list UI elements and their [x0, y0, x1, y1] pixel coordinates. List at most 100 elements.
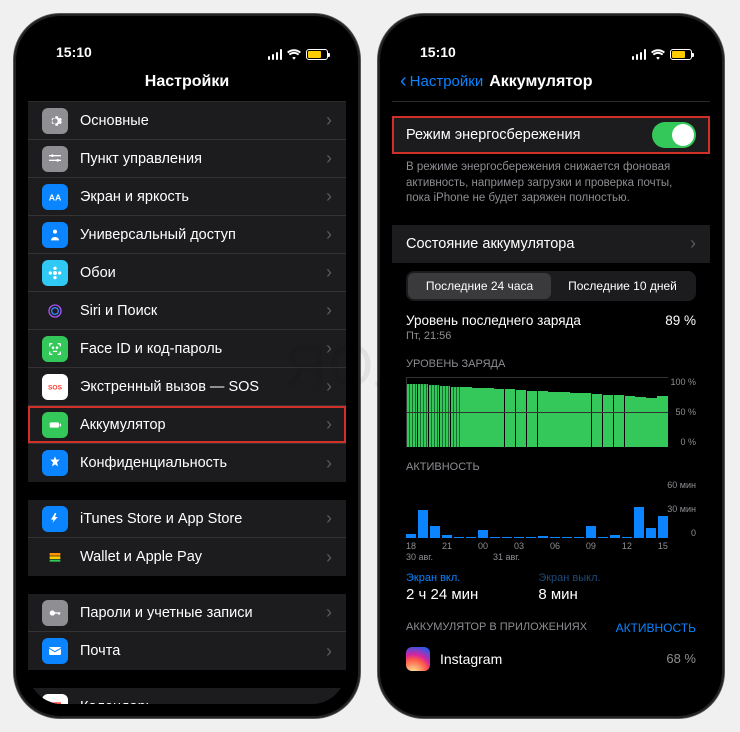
- time-range-segment[interactable]: Последние 24 часа Последние 10 дней: [406, 271, 696, 301]
- svg-text:SOS: SOS: [48, 384, 63, 391]
- chevron-right-icon: ›: [326, 110, 332, 131]
- list-item[interactable]: 31Календарь›: [28, 688, 346, 704]
- battery-icon: [42, 412, 68, 438]
- svg-text:AA: AA: [49, 192, 62, 202]
- list-item[interactable]: Конфиденциальность ›: [28, 444, 346, 482]
- seg-24h[interactable]: Последние 24 часа: [408, 273, 551, 299]
- sliders-icon: [42, 146, 68, 172]
- row-label: Аккумулятор: [80, 417, 314, 433]
- signal-icon: [632, 49, 647, 60]
- last-charge-time: Пт, 21:56: [406, 330, 581, 342]
- row-label: Face ID и код-пароль: [80, 341, 314, 357]
- flower-icon: [42, 260, 68, 286]
- chevron-right-icon: ›: [326, 376, 332, 397]
- chevron-right-icon: ›: [326, 338, 332, 359]
- screen-left: 15:10 Настройки Основные›Пункт управлени…: [28, 28, 346, 704]
- seg-10d[interactable]: Последние 10 дней: [551, 273, 694, 299]
- sos-icon: SOS: [42, 374, 68, 400]
- row-label: Siri и Поиск: [80, 303, 314, 319]
- list-item[interactable]: Пароли и учетные записи ›: [28, 594, 346, 632]
- screen-off-value: 8 мин: [538, 586, 600, 603]
- gear-icon: [42, 108, 68, 134]
- battery-health-label: Состояние аккумулятора: [406, 236, 678, 252]
- key-icon: [42, 600, 68, 626]
- status-indicators: [268, 49, 329, 60]
- hand-icon: [42, 450, 68, 476]
- aa-icon: AA: [42, 184, 68, 210]
- app-name: Instagram: [440, 651, 656, 667]
- battery-content[interactable]: Режим энергосбережения В режиме энергосб…: [392, 102, 710, 704]
- chevron-right-icon: ›: [326, 414, 332, 435]
- low-power-description: В режиме энергосбережения снижается фоно…: [392, 154, 710, 207]
- activity-header: АКТИВНОСТЬ: [392, 451, 710, 478]
- settings-list[interactable]: Основные › Пункт управления › AA Экран и ярко…: [28, 102, 346, 704]
- low-power-mode-row[interactable]: Режим энергосбережения: [392, 116, 710, 154]
- row-label: iTunes Store и App Store: [80, 511, 314, 527]
- battery-icon: [306, 49, 328, 60]
- chevron-right-icon: ›: [326, 641, 332, 662]
- instagram-icon: [406, 647, 430, 671]
- row-label: Wallet и Apple Pay: [80, 549, 314, 565]
- chevron-right-icon: ›: [326, 186, 332, 207]
- row-label: Пароли и учетные записи: [80, 605, 314, 621]
- list-item[interactable]: Пункт управления ›: [28, 140, 346, 178]
- row-label: Основные: [80, 113, 314, 129]
- list-item[interactable]: Обои›: [28, 254, 346, 292]
- screen-off-label: Экран выкл.: [538, 572, 600, 584]
- chevron-right-icon: ›: [326, 508, 332, 529]
- list-item[interactable]: AA Экран и яркость ›: [28, 178, 346, 216]
- notch: [476, 28, 626, 52]
- list-item[interactable]: Универсальный доступ›: [28, 216, 346, 254]
- signal-icon: [268, 49, 283, 60]
- list-item[interactable]: Face ID и код-пароль ›: [28, 330, 346, 368]
- list-item[interactable]: iTunes Store и App Store ›: [28, 500, 346, 538]
- screen-time-stats: Экран вкл. 2 ч 24 мин Экран выкл. 8 мин: [392, 566, 710, 611]
- mail-icon: [42, 638, 68, 664]
- battery-icon: [670, 49, 692, 60]
- row-label: Конфиденциальность: [80, 455, 314, 471]
- activity-chart: 60 мин30 мин0: [406, 480, 696, 538]
- chevron-right-icon: ›: [690, 233, 696, 254]
- list-item[interactable]: Аккумулятор ›: [28, 406, 346, 444]
- date-axis: 30 авг.31 авг.: [406, 552, 696, 562]
- screen-on-label: Экран вкл.: [406, 572, 478, 584]
- appstore-icon: [42, 506, 68, 532]
- row-label: Экран и яркость: [80, 189, 314, 205]
- chevron-right-icon: ›: [326, 697, 332, 705]
- low-power-toggle[interactable]: [652, 122, 696, 148]
- row-label: Экстренный вызов — SOS: [80, 379, 314, 395]
- last-charge-label: Уровень последнего заряда: [406, 313, 581, 328]
- notch: [112, 28, 262, 52]
- chevron-right-icon: ›: [326, 453, 332, 474]
- list-item[interactable]: Wallet и Apple Pay ›: [28, 538, 346, 576]
- back-label: Настройки: [410, 73, 484, 90]
- phone-right: 15:10 ‹ Настройки Аккумулятор Режим энер…: [378, 14, 724, 718]
- apps-header: АККУМУЛЯТОР В ПРИЛОЖЕНИЯХ АКТИВНОСТЬ: [392, 611, 710, 640]
- chevron-right-icon: ›: [326, 148, 332, 169]
- app-percent: 68 %: [666, 651, 696, 666]
- list-item[interactable]: Siri и Поиск›: [28, 292, 346, 330]
- xaxis-labels: 1821000306091215: [406, 541, 696, 551]
- back-button[interactable]: ‹ Настройки: [400, 70, 483, 93]
- show-activity-link[interactable]: АКТИВНОСТЬ: [616, 621, 696, 635]
- battery-health-row[interactable]: Состояние аккумулятора ›: [392, 225, 710, 263]
- nav-bar: Настройки: [28, 62, 346, 102]
- list-item[interactable]: Основные ›: [28, 102, 346, 140]
- list-item[interactable]: SOS Экстренный вызов — SOS ›: [28, 368, 346, 406]
- row-label: Обои: [80, 265, 314, 281]
- row-label: Пункт управления: [80, 151, 314, 167]
- person-icon: [42, 222, 68, 248]
- siri-icon: [42, 298, 68, 324]
- page-title: Настройки: [145, 73, 229, 91]
- last-charge-value: 89 %: [665, 313, 696, 328]
- list-item[interactable]: Почта›: [28, 632, 346, 670]
- faceid-icon: [42, 336, 68, 362]
- chevron-right-icon: ›: [326, 602, 332, 623]
- chevron-right-icon: ›: [326, 547, 332, 568]
- status-time: 15:10: [410, 44, 456, 60]
- wallet-icon: [42, 544, 68, 570]
- wifi-icon: [651, 49, 665, 60]
- app-row-instagram[interactable]: Instagram 68 %: [392, 640, 710, 678]
- chevron-left-icon: ‹: [400, 70, 407, 93]
- page-title: Аккумулятор: [489, 73, 592, 91]
